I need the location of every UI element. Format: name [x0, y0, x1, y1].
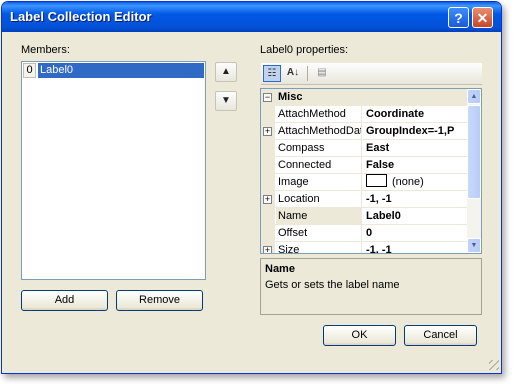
expand-icon[interactable]: +: [263, 195, 272, 204]
property-name: Connected: [276, 157, 362, 173]
image-preview-swatch: [366, 174, 387, 187]
property-name: Offset: [276, 225, 362, 241]
property-name: AttachMethod: [276, 106, 362, 122]
remove-button[interactable]: Remove: [116, 290, 203, 311]
property-value[interactable]: Coordinate: [363, 106, 467, 122]
scroll-thumb[interactable]: [467, 105, 481, 199]
category-row[interactable]: − Misc: [261, 89, 467, 106]
members-list[interactable]: 0 Label0: [21, 61, 206, 280]
member-name[interactable]: Label0: [38, 63, 204, 78]
property-pages-icon[interactable]: ▤: [313, 65, 331, 82]
description-text: Gets or sets the label name: [265, 279, 400, 291]
property-name: Name: [276, 208, 362, 224]
scroll-up-icon[interactable]: ▲: [467, 89, 481, 104]
property-value[interactable]: Label0: [363, 208, 467, 224]
property-row[interactable]: Compass East: [261, 140, 467, 157]
move-up-button[interactable]: ▲: [215, 62, 237, 82]
property-row[interactable]: Image (none): [261, 174, 467, 191]
resize-grip-icon[interactable]: [489, 360, 499, 370]
expand-icon[interactable]: +: [263, 127, 272, 136]
property-value[interactable]: 0: [363, 225, 467, 241]
category-name: Misc: [278, 91, 303, 103]
move-down-button[interactable]: ▼: [215, 91, 237, 111]
vertical-scrollbar[interactable]: ▲ ▼: [467, 89, 481, 253]
property-name: Compass: [276, 140, 362, 156]
cancel-button[interactable]: Cancel: [404, 325, 477, 346]
property-row[interactable]: + Size -1, -1: [261, 242, 467, 253]
property-row[interactable]: Offset 0: [261, 225, 467, 242]
property-row[interactable]: + Location -1, -1: [261, 191, 467, 208]
property-name: Image: [276, 174, 362, 190]
window-title: Label Collection Editor: [10, 9, 152, 24]
categorized-icon[interactable]: ☷: [263, 65, 281, 82]
properties-label: Label0 properties:: [260, 44, 349, 56]
expand-icon[interactable]: +: [263, 246, 272, 253]
label-collection-editor-window: Label Collection Editor ? ✕ Members: 0 L…: [1, 1, 502, 374]
property-value[interactable]: False: [363, 157, 467, 173]
image-value-text: (none): [392, 176, 424, 188]
property-row-selected[interactable]: Name Label0: [261, 208, 467, 225]
property-row[interactable]: Connected False: [261, 157, 467, 174]
list-item[interactable]: 0 Label0: [23, 63, 204, 78]
property-name: Location: [276, 191, 362, 207]
property-value[interactable]: GroupIndex=-1,P: [363, 123, 467, 139]
title-bar[interactable]: Label Collection Editor ? ✕: [2, 2, 501, 32]
toolbar-separator: [307, 66, 308, 81]
ok-button[interactable]: OK: [323, 325, 396, 346]
up-arrow-icon: ▲: [221, 66, 231, 77]
property-grid-toolbar: ☷ A↓ ▤: [261, 63, 482, 85]
member-index: 0: [23, 63, 36, 78]
property-value[interactable]: (none): [363, 174, 467, 190]
close-button[interactable]: ✕: [472, 7, 493, 28]
property-name: AttachMethodDat: [278, 123, 362, 139]
property-row[interactable]: AttachMethod Coordinate: [261, 106, 467, 123]
down-arrow-icon: ▼: [221, 95, 231, 106]
description-panel: Name Gets or sets the label name: [260, 258, 482, 315]
property-name: Size: [276, 242, 362, 253]
property-value[interactable]: East: [363, 140, 467, 156]
property-value[interactable]: -1, -1: [363, 242, 467, 253]
collapse-icon[interactable]: −: [263, 93, 272, 102]
description-title: Name: [265, 263, 295, 275]
add-button[interactable]: Add: [21, 290, 108, 311]
property-value[interactable]: -1, -1: [363, 191, 467, 207]
property-row[interactable]: + AttachMethodDat GroupIndex=-1,P: [261, 123, 467, 140]
help-button[interactable]: ?: [448, 7, 469, 28]
property-grid[interactable]: − Misc AttachMethod Coordinate + AttachM…: [260, 88, 482, 254]
alphabetical-icon[interactable]: A↓: [284, 65, 302, 82]
scroll-down-icon[interactable]: ▼: [467, 238, 481, 253]
members-label: Members:: [21, 44, 70, 56]
